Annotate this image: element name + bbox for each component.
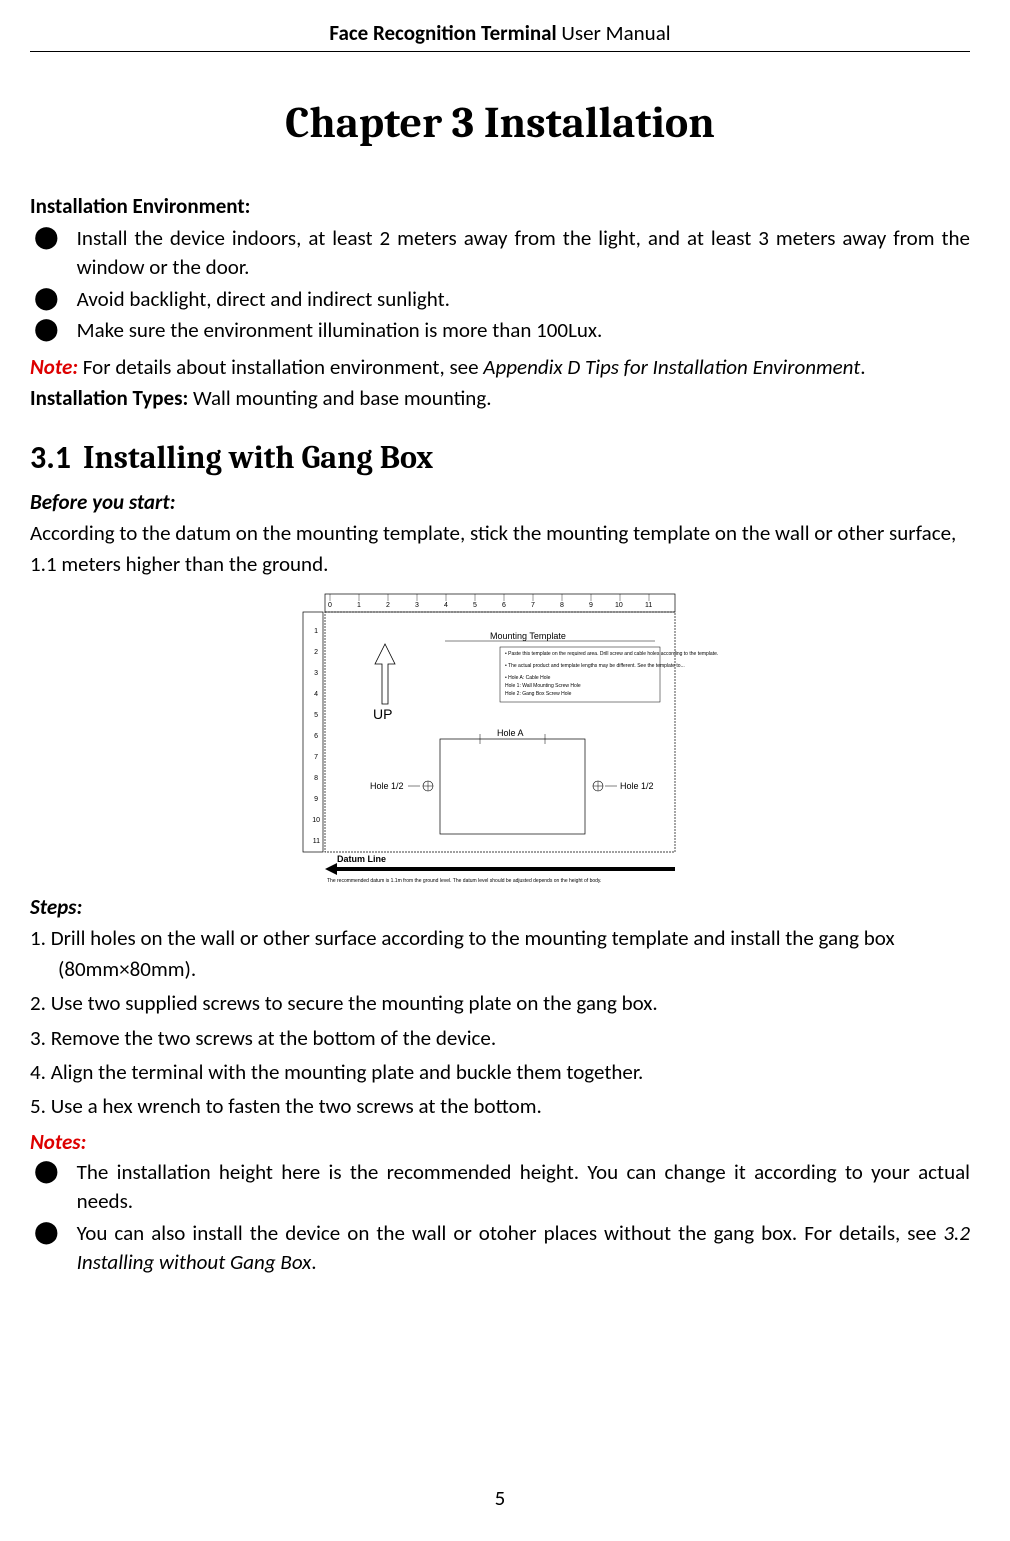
bullet-text: The installation height here is the reco…	[77, 1158, 970, 1217]
bullet-text: Install the device indoors, at least 2 m…	[77, 224, 970, 283]
notes-heading: Notes:	[30, 1129, 970, 1155]
step-4: 4. Align the terminal with the mounting …	[30, 1057, 970, 1087]
svg-text:• The actual product and templ: • The actual product and template length…	[505, 663, 685, 669]
up-arrow-icon: UP	[373, 644, 395, 722]
svg-text:Hole 1/2: Hole 1/2	[620, 781, 654, 791]
svg-text:Hole A: Hole A	[497, 728, 524, 738]
mounting-template-diagram: 0 1 2 3 4 5 6 7 8 9 10 11	[30, 589, 970, 889]
note-ref: Appendix D Tips for Installation Environ…	[483, 354, 860, 380]
subsection-3-1: 3.1 Installing with Gang Box	[30, 438, 970, 477]
svg-text:5: 5	[314, 712, 318, 719]
bullet-text: Avoid backlight, direct and indirect sun…	[77, 285, 970, 314]
svg-text:Datum Line: Datum Line	[337, 854, 386, 864]
bullet-text: Make sure the environment illumination i…	[77, 316, 970, 345]
header-bold: Face Recognition Terminal	[329, 20, 556, 46]
diagram-svg: 0 1 2 3 4 5 6 7 8 9 10 11	[265, 589, 735, 889]
notes-bullet-2: ⬤ You can also install the device on the…	[30, 1219, 970, 1278]
svg-text:Hole 2: Gang Box Screw Hole: Hole 2: Gang Box Screw Hole	[505, 691, 572, 697]
note-label: Note:	[30, 354, 78, 380]
step-2: 2. Use two supplied screws to secure the…	[30, 988, 970, 1018]
environment-heading: Installation Environment:	[30, 193, 970, 219]
before-start-text: According to the datum on the mounting t…	[30, 518, 970, 579]
notes-bullet-1: ⬤ The installation height here is the re…	[30, 1158, 970, 1217]
svg-text:5: 5	[473, 602, 477, 609]
svg-text:3: 3	[415, 602, 419, 609]
bullet-icon: ⬤	[30, 1158, 77, 1184]
svg-text:3: 3	[314, 670, 318, 677]
chapter-title: Chapter 3 Installation	[30, 97, 970, 148]
step-3: 3. Remove the two screws at the bottom o…	[30, 1023, 970, 1053]
svg-text:• Paste this template on the r: • Paste this template on the required ar…	[505, 651, 718, 657]
svg-text:10: 10	[615, 602, 623, 609]
bullet-icon: ⬤	[30, 224, 77, 250]
svg-text:10: 10	[312, 817, 320, 824]
svg-text:Hole 1/2: Hole 1/2	[370, 781, 404, 791]
env-note-line: Note: For details about installation env…	[30, 353, 970, 382]
svg-text:1: 1	[314, 628, 318, 635]
svg-text:2: 2	[314, 649, 318, 656]
note-end: .	[860, 354, 865, 380]
env-bullet-3: ⬤ Make sure the environment illumination…	[30, 316, 970, 345]
steps-heading: Steps:	[30, 894, 970, 920]
svg-text:• Hole A: Cable Hole: • Hole A: Cable Hole	[505, 675, 551, 681]
page-header: Face Recognition Terminal User Manual	[30, 20, 970, 52]
env-bullet-2: ⬤ Avoid backlight, direct and indirect s…	[30, 285, 970, 314]
svg-text:9: 9	[314, 796, 318, 803]
step-5: 5. Use a hex wrench to fasten the two sc…	[30, 1091, 970, 1121]
before-start-heading: Before you start:	[30, 489, 970, 515]
types-line: Installation Types: Wall mounting and ba…	[30, 384, 970, 413]
step-1: 1. Drill holes on the wall or other surf…	[30, 923, 970, 984]
svg-text:Hole 1: Wall Mounting Screw Ho: Hole 1: Wall Mounting Screw Hole	[505, 683, 581, 689]
steps-list: 1. Drill holes on the wall or other surf…	[30, 923, 970, 1126]
svg-text:6: 6	[314, 733, 318, 740]
svg-text:The recommended datum is 1.1m: The recommended datum is 1.1m from the g…	[327, 878, 601, 884]
notes-bullets: ⬤ The installation height here is the re…	[30, 1158, 970, 1280]
svg-text:11: 11	[645, 602, 652, 609]
environment-bullets: ⬤ Install the device indoors, at least 2…	[30, 224, 970, 348]
svg-text:11: 11	[313, 838, 320, 845]
note-text: For details about installation environme…	[78, 354, 483, 380]
bullet-icon: ⬤	[30, 316, 77, 342]
svg-text:7: 7	[314, 754, 318, 761]
svg-text:6: 6	[502, 602, 506, 609]
header-normal: User Manual	[557, 20, 671, 46]
subsection-num: 3.1	[30, 438, 71, 477]
bullet-icon: ⬤	[30, 285, 77, 311]
svg-text:2: 2	[386, 602, 390, 609]
svg-text:7: 7	[531, 602, 535, 609]
svg-text:4: 4	[314, 691, 318, 698]
svg-text:4: 4	[444, 602, 448, 609]
types-text: Wall mounting and base mounting.	[188, 385, 491, 411]
bullet-text: You can also install the device on the w…	[77, 1219, 970, 1278]
notes-bullet-2-text: You can also install the device on the w…	[77, 1220, 944, 1246]
page-container: Face Recognition Terminal User Manual Ch…	[0, 0, 1010, 1541]
svg-text:8: 8	[560, 602, 564, 609]
subsection-title: Installing with Gang Box	[83, 439, 433, 476]
svg-text:0: 0	[328, 602, 332, 609]
notes-ref-end: .	[311, 1249, 316, 1275]
env-bullet-1: ⬤ Install the device indoors, at least 2…	[30, 224, 970, 283]
bullet-icon: ⬤	[30, 1219, 77, 1245]
page-number: 5	[30, 1465, 970, 1511]
svg-text:8: 8	[314, 775, 318, 782]
svg-text:9: 9	[589, 602, 593, 609]
svg-text:UP: UP	[373, 706, 392, 722]
types-label: Installation Types:	[30, 385, 188, 411]
svg-text:Mounting Template: Mounting Template	[490, 631, 566, 641]
svg-text:1: 1	[357, 602, 361, 609]
